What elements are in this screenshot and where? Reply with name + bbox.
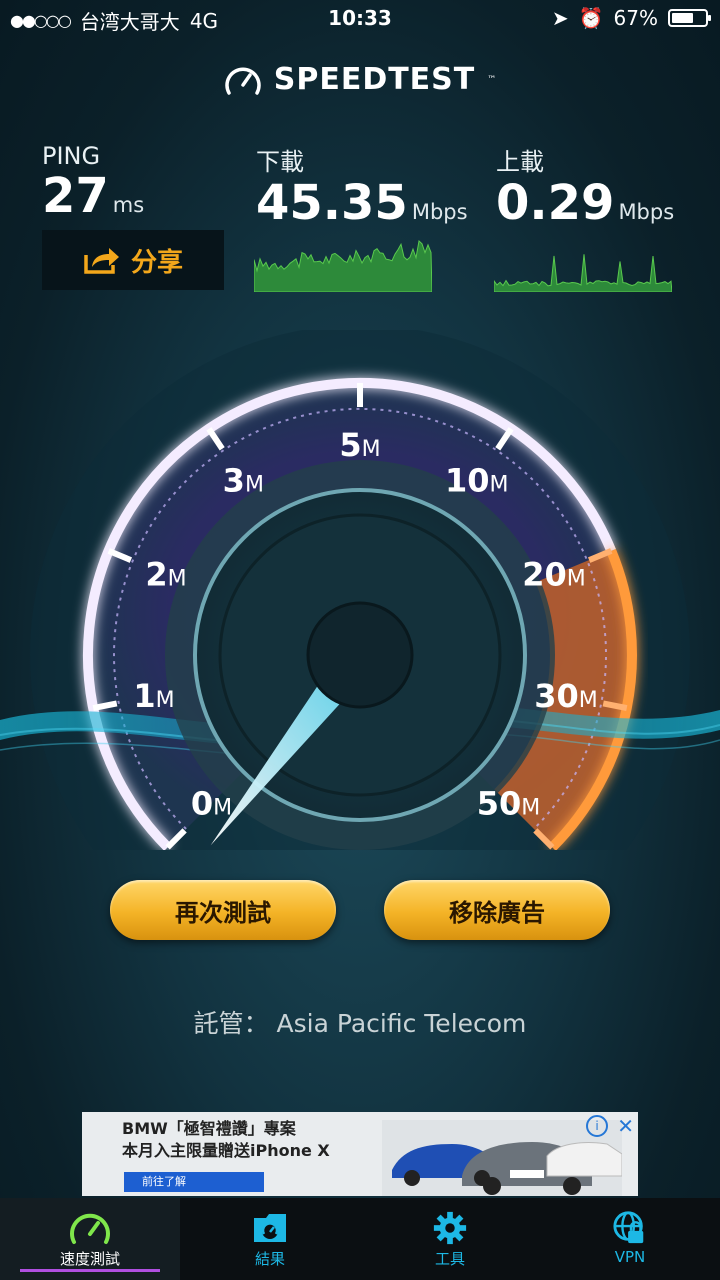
tab-bar: 速度測試 結果 工具 VPN <box>0 1198 720 1280</box>
speedometer-logo-icon <box>225 67 261 95</box>
ad-close-icon[interactable]: ✕ <box>617 1114 634 1138</box>
share-button[interactable]: 分享 <box>42 230 224 290</box>
gauge-hub <box>306 601 414 709</box>
speedometer-icon <box>70 1213 110 1244</box>
upload-unit: Mbps <box>618 200 675 224</box>
tab-speed-test[interactable]: 速度測試 <box>0 1198 180 1280</box>
tab-label-tools: 工具 <box>434 1250 465 1268</box>
host-name: Asia Pacific Telecom <box>276 1009 527 1038</box>
tab-tools[interactable]: 工具 <box>360 1198 540 1280</box>
upload-label: 上載 <box>496 148 544 176</box>
download-label: 下載 <box>256 148 304 176</box>
ad-banner[interactable]: BMW「極智禮讚」專案 本月入主限量贈送iPhone X 前往了解 i ✕ <box>82 1112 638 1196</box>
ping-value: 27 <box>42 168 109 224</box>
download-sparkline <box>254 240 432 292</box>
battery-percent: 67% <box>613 6 658 30</box>
ping-label: PING <box>42 142 101 170</box>
results-icon <box>254 1214 286 1242</box>
tab-label-results: 結果 <box>254 1250 285 1268</box>
ad-cta-button[interactable]: 前往了解 <box>124 1172 264 1192</box>
trademark-mark: ™ <box>487 74 497 85</box>
battery-icon <box>668 9 711 27</box>
ping-metric: PING 27 ms <box>42 142 144 231</box>
ad-info-icon[interactable]: i <box>586 1115 608 1137</box>
vpn-icon <box>613 1211 644 1244</box>
download-metric: 下載 45.35 Mbps <box>256 142 468 238</box>
status-bar: ●●○○○ 台湾大哥大 4G 10:33 ➤ ⏰ 67% <box>0 0 720 36</box>
ad-car-image <box>382 1120 622 1196</box>
download-unit: Mbps <box>411 200 468 224</box>
gear-icon <box>433 1211 467 1245</box>
tab-label-speed-test: 速度測試 <box>19 1248 160 1272</box>
share-label: 分享 <box>130 247 183 278</box>
upload-value: 0.29 <box>496 175 615 231</box>
location-icon: ➤ <box>551 6 569 30</box>
host-info: 託管： Asia Pacific Telecom <box>0 1004 720 1040</box>
alarm-icon: ⏰ <box>578 6 604 30</box>
share-icon <box>84 248 119 274</box>
spark-down-area <box>254 240 432 292</box>
host-label: 託管： <box>193 1009 269 1038</box>
ad-subline: 本月入主限量贈送iPhone X <box>122 1141 330 1160</box>
speed-gauge: 0M1M2M3M5M10M20M30M50M <box>0 330 720 850</box>
remove-ads-button[interactable]: 移除廣告 <box>384 880 610 940</box>
ping-unit: ms <box>112 193 145 217</box>
tab-label-vpn: VPN <box>614 1248 646 1266</box>
tab-vpn[interactable]: VPN <box>540 1198 720 1280</box>
ad-headline: BMW「極智禮讚」專案 <box>122 1119 296 1138</box>
download-value: 45.35 <box>256 175 408 231</box>
tab-results[interactable]: 結果 <box>180 1198 360 1280</box>
retest-button[interactable]: 再次測試 <box>110 880 336 940</box>
spark-up-area <box>494 254 672 292</box>
app-logo: SPEEDTEST ™ <box>0 62 720 97</box>
upload-sparkline <box>494 254 672 292</box>
logo-text: SPEEDTEST <box>273 62 476 97</box>
upload-metric: 上載 0.29 Mbps <box>496 142 674 238</box>
